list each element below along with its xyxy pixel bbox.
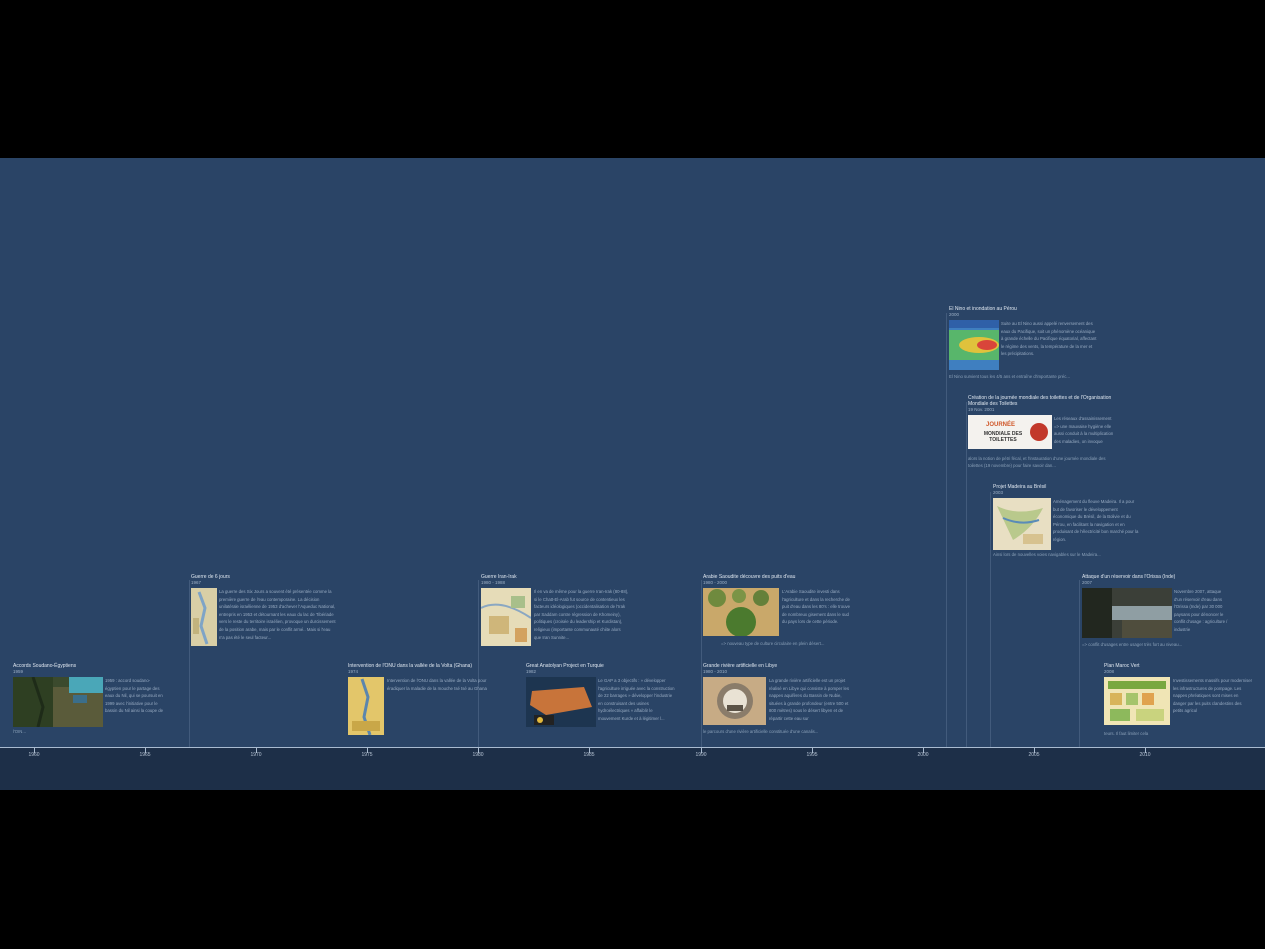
event-description: Le GAP a 3 objectifs : » développer l'ag…: [598, 678, 675, 721]
axis-year-label: 1980: [472, 752, 484, 758]
event-date: 1959: [13, 669, 24, 674]
event-thumbnail[interactable]: [949, 320, 999, 370]
timeline-event[interactable]: Intervention de l'ONU dans la vallée de …: [348, 663, 498, 737]
event-date: 1982: [526, 669, 537, 674]
event-guide-line: [701, 580, 702, 748]
event-thumbnail[interactable]: JOURNÉE MONDIALE DES TOILETTES: [968, 415, 1052, 449]
timeline-event[interactable]: Attaque d'un réservoir dans l'Orissa (In…: [1082, 574, 1232, 652]
event-thumbnail[interactable]: [481, 588, 531, 646]
event-footnote: le parcours d'une rivière artificielle c…: [703, 729, 819, 734]
event-thumbnail[interactable]: [13, 677, 103, 727]
event-thumbnail[interactable]: [1082, 588, 1172, 638]
event-title: Création de la journée mondiale des toil…: [968, 395, 1112, 407]
event-description: Intervention de l'ONU dans la vallée de …: [387, 678, 487, 691]
event-date: 1974: [348, 669, 359, 674]
timeline-event[interactable]: Plan Maroc Vert 2008 Investissements mas…: [1104, 663, 1254, 739]
axis-year-label: 2000: [917, 752, 929, 758]
event-thumbnail[interactable]: [993, 498, 1051, 550]
event-footnote: Ainsi lors de nouvelles voies navigables…: [993, 552, 1101, 557]
timeline-event[interactable]: Guerre de 6 jours 1967 La guerre des Six…: [191, 574, 341, 650]
axis-year-label: 1960: [28, 752, 40, 758]
event-thumbnail[interactable]: [191, 588, 217, 646]
event-thumbnail[interactable]: [703, 677, 766, 725]
event-guide-line: [990, 492, 991, 748]
event-footnote: alors la notion de pétri fécal, et l'ins…: [968, 456, 1106, 468]
timeline-event[interactable]: Accords Soudano-Égyptiens 1959 1959 : ac…: [13, 663, 173, 743]
event-date: 1980 - 2000: [703, 580, 728, 585]
timeline-event[interactable]: El Nino et inondation au Pérou 2000 Suit…: [949, 306, 1099, 384]
axis-year-label: 1975: [361, 752, 373, 758]
event-description: Novembre 2007, attaque d'un réservoir d'…: [1174, 589, 1228, 632]
event-guide-line: [1079, 580, 1080, 748]
event-guide-line: [946, 313, 947, 748]
event-description: Suite au El Nino aussi appelé renverseme…: [1001, 321, 1097, 357]
event-date: 19 Nov. 2001: [968, 407, 995, 412]
event-thumbnail[interactable]: [1104, 677, 1170, 725]
timeline-event[interactable]: Grande rivière artificielle en Libye 198…: [703, 663, 853, 739]
event-thumbnail[interactable]: [526, 677, 596, 727]
event-footnote: => nouveau type de culture circulaire en…: [721, 641, 825, 646]
event-footnote: => conflit d'usages entre usager très fo…: [1082, 642, 1183, 647]
event-description: La guerre des Six Jours a souvent été pr…: [219, 589, 336, 640]
logo-text-top: JOURNÉE: [986, 422, 1016, 428]
timeline-event[interactable]: Arabie Saoudite découvre des puits d'eau…: [703, 574, 853, 652]
event-footnote: teurs. Il faut limiter cela: [1104, 731, 1149, 736]
axis-year-label: 1995: [806, 752, 818, 758]
event-description: La grande rivière artificielle est un pr…: [769, 678, 850, 721]
timeline-event[interactable]: Guerre Iran-Irak 1980 - 1988 Il en va de…: [481, 574, 631, 650]
event-thumbnail[interactable]: [348, 677, 384, 735]
timeline-event[interactable]: Projet Madeira au Brésil 2003 Aménagemen…: [993, 484, 1143, 560]
timeline-event[interactable]: Great Anatolyan Project en Turquie 1982 …: [526, 663, 676, 739]
event-description: Les réseaux d'assainissement => une mauv…: [1054, 416, 1114, 444]
event-date: 1967: [191, 580, 202, 585]
axis-year-label: 2010: [1139, 752, 1151, 758]
axis-year-label: 1970: [250, 752, 262, 758]
logo-emblem: [1030, 423, 1048, 441]
event-date: 1980 - 1988: [481, 580, 506, 585]
timeline-event[interactable]: Création de la journée mondiale des toil…: [968, 395, 1118, 477]
event-guide-line: [966, 402, 967, 748]
event-footnote: l'OIN...: [13, 729, 26, 734]
time-axis-band[interactable]: [0, 748, 1265, 790]
event-date: 2000: [949, 312, 960, 317]
event-date: 1980 - 2010: [703, 669, 728, 674]
event-footnote: El Nino survient tous les 4/5 ans et ent…: [949, 374, 1070, 379]
axis-year-label: 1990: [695, 752, 707, 758]
logo-text-bottom: MONDIALE DES TOILETTES: [983, 431, 1023, 443]
axis-year-label: 2005: [1028, 752, 1040, 758]
time-axis-line: [0, 747, 1265, 748]
event-date: 2008: [1104, 669, 1115, 674]
event-date: 2007: [1082, 580, 1093, 585]
event-description: Investissements massifs pour moderniser …: [1173, 678, 1253, 714]
axis-year-label: 1965: [139, 752, 151, 758]
event-description: Aménagement du fleuve Madeira. Il a pour…: [1053, 499, 1139, 542]
axis-year-label: 1985: [583, 752, 595, 758]
event-description: Il en va de même pour la guerre Iran-Ira…: [534, 589, 629, 640]
event-guide-line: [189, 580, 190, 748]
event-date: 2003: [993, 490, 1004, 495]
event-description: 1959 : accord soudano-égyptien pour le p…: [105, 678, 164, 714]
event-description: L'Arabie Saoudite investi dans l'agricul…: [782, 589, 851, 625]
event-thumbnail[interactable]: [703, 588, 779, 636]
